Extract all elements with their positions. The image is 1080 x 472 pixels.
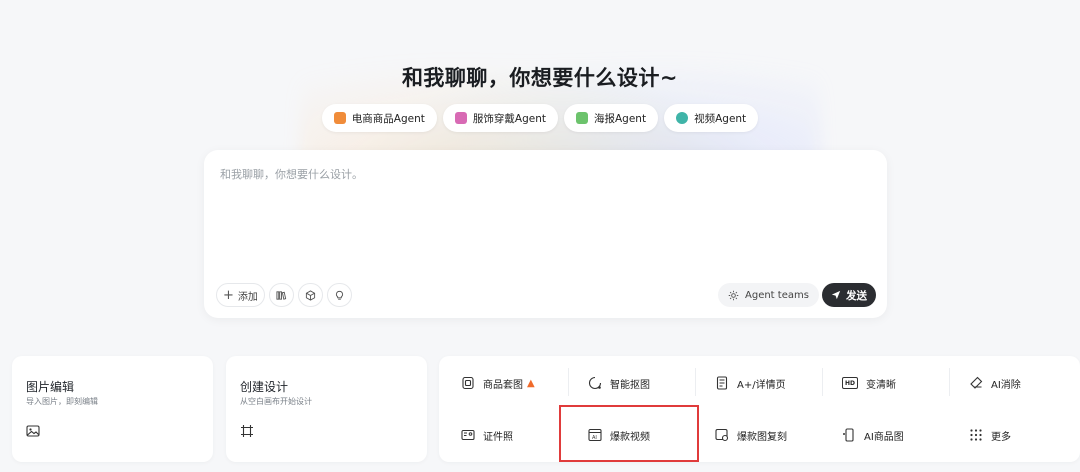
agent-teams-button[interactable]: Agent teams: [718, 283, 819, 307]
tool-detail-page[interactable]: A+/详情页: [695, 358, 822, 408]
hd-icon: HD: [842, 377, 858, 389]
tool-ai-product[interactable]: AI商品图: [822, 410, 949, 460]
add-label: 添加: [237, 291, 258, 303]
pill-label: 服饰穿戴Agent: [472, 112, 546, 125]
tool-label: 爆款图复刻: [737, 431, 787, 443]
pill-poster-agent[interactable]: 海报Agent: [564, 104, 659, 132]
chat-input[interactable]: [220, 166, 860, 266]
cutout-icon: [588, 376, 602, 390]
image-icon: [26, 425, 40, 437]
pill-label: 视频Agent: [694, 112, 747, 125]
tool-label: 证件照: [483, 431, 513, 443]
plus-icon: +: [223, 287, 234, 303]
send-label: 发送: [846, 289, 867, 302]
page-title: 和我聊聊，你想要什么设计~: [401, 66, 679, 90]
card-title: 图片编辑: [26, 380, 75, 394]
library-button[interactable]: [268, 283, 294, 307]
card-subtitle: 导入图片，即刻编辑: [26, 397, 98, 406]
pill-label: 电商商品Agent: [351, 112, 425, 125]
agent-pill-row: 电商商品Agent 服饰穿戴Agent 海报Agent 视频Agent: [0, 104, 1080, 132]
poster-icon: [576, 112, 588, 124]
library-icon: [276, 290, 287, 300]
tool-more[interactable]: 更多: [949, 410, 1076, 460]
send-button[interactable]: 发送: [822, 283, 876, 307]
ai-video-icon: AI: [588, 428, 602, 442]
fire-icon: ▲: [527, 377, 535, 389]
card-subtitle: 从空白画布开始设计: [240, 397, 312, 406]
tool-label: 变清晰: [866, 379, 896, 391]
chat-tool-row: + 添加: [216, 283, 352, 307]
card-title: 创建设计: [240, 380, 289, 394]
lightbulb-icon: [335, 290, 343, 300]
pill-video-agent[interactable]: 视频Agent: [664, 104, 759, 132]
tool-product-set[interactable]: 商品套图 ▲: [441, 358, 568, 408]
chat-box: + 添加 Agent teams: [204, 150, 887, 318]
id-photo-icon: [461, 429, 475, 441]
pill-label: 海报Agent: [594, 112, 647, 125]
detail-page-icon: [716, 376, 728, 390]
tool-id-photo[interactable]: 证件照: [441, 410, 568, 460]
idea-button[interactable]: [326, 283, 352, 307]
tool-label: 更多: [991, 431, 1011, 443]
tool-replicate[interactable]: 爆款图复刻: [695, 410, 822, 460]
tool-enhance[interactable]: HD 变清晰: [822, 358, 949, 408]
ai-product-icon: [843, 428, 854, 442]
tool-viral-video[interactable]: AI 爆款视频: [568, 410, 695, 460]
tool-label: 商品套图: [483, 379, 523, 391]
tool-label: 智能抠图: [610, 379, 650, 391]
agent-teams-label: Agent teams: [745, 289, 809, 301]
video-icon: [676, 112, 689, 124]
tool-smart-cutout[interactable]: 智能抠图: [568, 358, 695, 408]
cube-icon: [305, 289, 315, 301]
tool-label: AI消除: [991, 379, 1021, 391]
shirt-icon: [454, 112, 467, 124]
model-3d-button[interactable]: [297, 283, 323, 307]
add-button[interactable]: + 添加: [216, 283, 265, 307]
paper-plane-icon: [831, 290, 841, 300]
eraser-icon: [970, 376, 983, 389]
truck-icon: [333, 112, 346, 124]
gear-icon: [728, 290, 739, 300]
canvas-icon: [241, 425, 253, 437]
replicate-icon: [715, 428, 729, 442]
product-set-icon: [462, 376, 474, 390]
card-image-edit[interactable]: 图片编辑 导入图片，即刻编辑: [12, 356, 213, 462]
tool-label: AI商品图: [864, 431, 904, 443]
tool-label: A+/详情页: [737, 379, 786, 391]
tools-panel: 商品套图 ▲ 智能抠图 A+/详情页 HD 变清晰 AI消除 证件照 AI 爆款…: [439, 356, 1080, 462]
pill-apparel-agent[interactable]: 服饰穿戴Agent: [442, 104, 558, 132]
tool-label: 爆款视频: [610, 431, 650, 443]
grid-dots-icon: [970, 429, 982, 441]
pill-ecommerce-agent[interactable]: 电商商品Agent: [321, 104, 437, 132]
svg-text:AI: AI: [592, 435, 597, 441]
tool-ai-erase[interactable]: AI消除: [949, 358, 1076, 408]
card-create-design[interactable]: 创建设计 从空白画布开始设计: [226, 356, 427, 462]
